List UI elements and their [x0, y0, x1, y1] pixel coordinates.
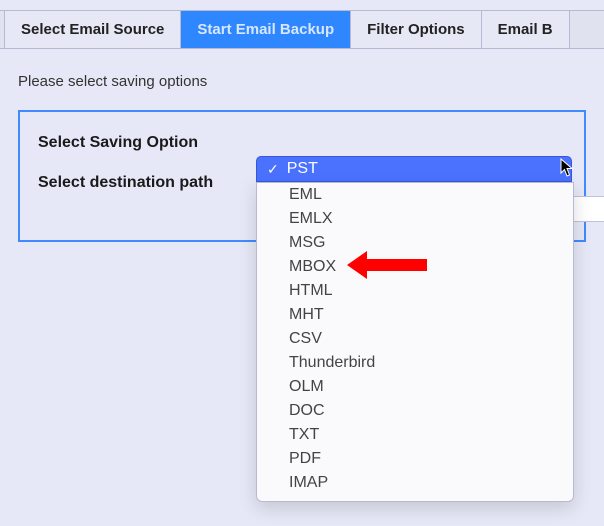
tab-email-b[interactable]: Email B	[482, 11, 570, 48]
option-imap[interactable]: IMAP	[257, 471, 573, 495]
saving-option-dropdown[interactable]: EML EMLX MSG MBOX HTML MHT CSV Thunderbi…	[256, 182, 574, 502]
option-doc[interactable]: DOC	[257, 399, 573, 423]
option-csv[interactable]: CSV	[257, 327, 573, 351]
option-mbox[interactable]: MBOX	[257, 255, 573, 279]
tab-select-email-source[interactable]: Select Email Source	[4, 11, 181, 48]
saving-option-selected: PST	[287, 160, 318, 178]
option-eml[interactable]: EML	[257, 183, 573, 207]
option-mht[interactable]: MHT	[257, 303, 573, 327]
tab-start-email-backup[interactable]: Start Email Backup	[181, 11, 351, 48]
destination-path-label: Select destination path	[38, 174, 258, 192]
saving-options-hint: Please select saving options	[18, 73, 586, 90]
option-msg[interactable]: MSG	[257, 231, 573, 255]
saving-option-select[interactable]: ✓ PST	[256, 156, 572, 182]
option-thunderbird[interactable]: Thunderbird	[257, 351, 573, 375]
option-txt[interactable]: TXT	[257, 423, 573, 447]
tab-filter-options[interactable]: Filter Options	[351, 11, 482, 48]
tab-bar: Select Email Source Start Email Backup F…	[0, 10, 604, 49]
option-emlx[interactable]: EMLX	[257, 207, 573, 231]
option-pdf[interactable]: PDF	[257, 447, 573, 471]
checkmark-icon: ✓	[267, 161, 279, 178]
saving-option-label: Select Saving Option	[38, 134, 258, 152]
option-html[interactable]: HTML	[257, 279, 573, 303]
option-olm[interactable]: OLM	[257, 375, 573, 399]
